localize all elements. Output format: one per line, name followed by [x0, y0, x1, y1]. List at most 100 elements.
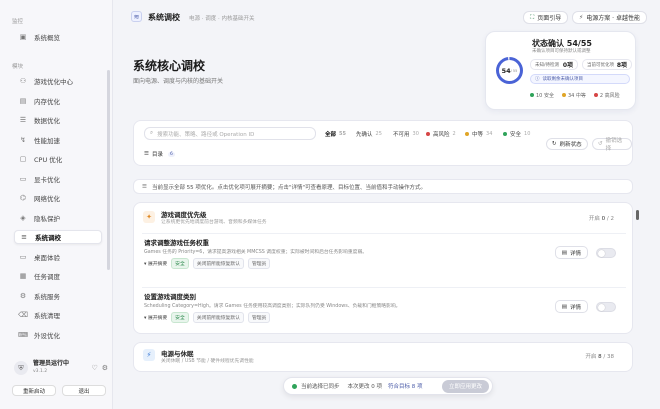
- refresh-label: 刷新状态: [559, 142, 582, 148]
- risk-legend: 10 安全 34 中等 2 高风险: [530, 92, 620, 99]
- sync-status-dot: [292, 383, 297, 389]
- recommend-pill: 当前可优化项 8项: [582, 59, 632, 70]
- tune-icon: ≡: [21, 233, 27, 241]
- filter-chip-confirm[interactable]: 先确认 25: [356, 130, 382, 138]
- chip-count: 55: [339, 131, 346, 137]
- pending-pill: 未知/待检测 0项: [530, 59, 578, 70]
- power-plan-label: 电源方案 · 卓越性能: [586, 15, 640, 22]
- chip-count: 34: [486, 131, 493, 137]
- detail-button[interactable]: ▤ 详情: [554, 300, 588, 313]
- tweak-toggle[interactable]: [596, 302, 616, 312]
- sidebar: 监控 ▣ 系统概览 模块 ⚇ 游戏优化中心 ▤ 内存优化 ☰ 数据优化 ↯ 性能加速 ▢…: [0, 0, 113, 409]
- search-input[interactable]: ⌕ 搜索功能、策略、路径或 Operation ID: [144, 127, 316, 140]
- info-bar: ☰ 当前显示全部 55 项优化。点击优化项可展开摘要；点击"详情"可查看原理、目…: [133, 179, 633, 194]
- tag-safe: 安全: [171, 258, 189, 269]
- sidebar-item-services[interactable]: ⚙ 系统服务: [14, 289, 102, 303]
- restart-button[interactable]: 重新启动: [12, 385, 56, 396]
- sidebar-item-label: 桌面体验: [34, 254, 60, 262]
- guide-button[interactable]: ⛶ 页面引导: [523, 11, 569, 24]
- gpu-icon: ▭: [19, 175, 27, 183]
- tweak-toggle[interactable]: [596, 248, 616, 258]
- progress-ring: 54/ 55: [496, 57, 523, 84]
- user-name: 管理员运行中: [33, 360, 70, 367]
- guide-button-label: 页面引导: [537, 15, 562, 22]
- sidebar-item-game[interactable]: ⚇ 游戏优化中心: [14, 74, 102, 88]
- chip-count: 25: [375, 131, 382, 137]
- expand-label: 展开摘要: [147, 316, 168, 321]
- expand-summary-toggle[interactable]: ▾ 展开摘要: [144, 314, 167, 321]
- tweak-description: Games 任务的 Priority=6，请求提高游戏相关 MMCSS 调度权重…: [144, 250, 368, 255]
- exit-button[interactable]: 退出: [62, 385, 106, 396]
- sidebar-item-system-tune[interactable]: ≡ 系统调校: [14, 230, 102, 244]
- shield-icon: ⛨: [14, 361, 28, 375]
- undo-label: 撤销选择: [605, 138, 623, 152]
- sidebar-item-label: CPU 优化: [34, 156, 63, 164]
- refresh-icon: ↻: [552, 141, 557, 147]
- sidebar-item-schedule[interactable]: ▦ 任务调度: [14, 269, 102, 283]
- expand-summary-toggle[interactable]: ▾ 展开摘要: [144, 260, 167, 267]
- filter-chip-all[interactable]: 全部 55: [325, 130, 346, 138]
- sidebar-item-peripheral[interactable]: ⌨ 外设优化: [14, 328, 102, 342]
- gear-icon[interactable]: ⚙: [102, 364, 108, 372]
- filter-chip-high-risk[interactable]: 高风险 2: [426, 130, 456, 138]
- directory-toggle[interactable]: ☰ 目录 6: [144, 150, 175, 158]
- pending-alert-link[interactable]: ⓘ 读取剩余未确认项目: [530, 74, 630, 84]
- target-count-link[interactable]: 符合目标 8 项: [388, 382, 423, 390]
- tag-admin: 管理员: [247, 258, 271, 269]
- recommend-label: 当前可优化项: [587, 62, 614, 68]
- chip-count: 2: [452, 131, 456, 137]
- sidebar-item-privacy[interactable]: ◈ 隐私保护: [14, 211, 102, 225]
- apply-changes-button[interactable]: 立即应用更改: [441, 379, 489, 393]
- section-title-modules: 模块: [12, 64, 24, 70]
- group-count: 开启 0 / 2: [589, 214, 614, 222]
- tweak-item[interactable]: 设置游戏调度类别 Scheduling Category=High。请求 Gam…: [142, 287, 626, 333]
- directory-count: 6: [167, 151, 175, 157]
- sidebar-item-network[interactable]: ⌬ 网络优化: [14, 191, 102, 205]
- sidebar-item-label: 性能加速: [34, 137, 60, 145]
- calendar-icon: ▦: [19, 272, 27, 280]
- scrollbar-thumb[interactable]: [636, 210, 639, 220]
- filter-chip-safe[interactable]: 安全 10: [503, 130, 530, 138]
- recommend-value: 8项: [616, 62, 627, 69]
- legend-safe: 10 安全: [530, 92, 554, 99]
- sidebar-item-data[interactable]: ☰ 数据优化: [14, 113, 102, 127]
- group-subtitle: 关闭休眠 / USB 节能 / 硬件线程优先调性能: [161, 359, 254, 364]
- tag-restore: 关闭前所能恢复默认: [192, 312, 244, 323]
- refresh-status-button[interactable]: ↻ 刷新状态: [546, 138, 588, 150]
- power-icon: ⚡: [579, 14, 584, 21]
- sidebar-item-cleanup[interactable]: ⌫ 系统清理: [14, 308, 102, 322]
- detail-button[interactable]: ▤ 详情: [554, 246, 588, 259]
- group-count-num: 8: [598, 354, 602, 360]
- sidebar-item-cpu[interactable]: ▢ CPU 优化: [14, 152, 102, 166]
- group-count-total: / 38: [603, 354, 614, 360]
- tweak-item[interactable]: 请求调整游戏任务权重 Games 任务的 Priority=6，请求提高游戏相关…: [142, 233, 626, 281]
- breadcrumb: 电源 · 调度 · 内核基础开关: [189, 16, 255, 22]
- filter-chip-medium[interactable]: 中等 34: [465, 130, 492, 138]
- sidebar-item-memory[interactable]: ▤ 内存优化: [14, 94, 102, 108]
- document-icon: ▤: [561, 303, 567, 310]
- sidebar-item-speed[interactable]: ↯ 性能加速: [14, 133, 102, 147]
- info-icon: ⓘ: [535, 77, 540, 82]
- game-priority-icon: ✦: [143, 211, 155, 223]
- overview-icon: ▣: [19, 33, 27, 41]
- hero-subtitle: 面向电源、调度与内核的基础开关: [133, 78, 224, 85]
- sidebar-scrollbar[interactable]: [107, 70, 110, 270]
- power-plan-button[interactable]: ⚡ 电源方案 · 卓越性能: [572, 11, 647, 24]
- main-scrollbar[interactable]: [636, 205, 639, 370]
- sidebar-item-label: 显卡优化: [34, 176, 60, 184]
- group-power-sleep: ⚡ 电源与休眠 关闭休眠 / USB 节能 / 硬件线程优先调性能 开启 8 /…: [133, 342, 633, 372]
- sidebar-item-overview[interactable]: ▣ 系统概览: [14, 30, 102, 44]
- tag-safe: 安全: [171, 312, 189, 323]
- group-count: 开启 8 / 38: [585, 352, 614, 360]
- sidebar-item-gpu[interactable]: ▭ 显卡优化: [14, 172, 102, 186]
- list-icon: ☰: [144, 151, 149, 157]
- undo-selection-button[interactable]: ↺ 撤销选择: [592, 138, 632, 152]
- sidebar-item-desktop[interactable]: ▭ 桌面体验: [14, 250, 102, 264]
- heart-icon[interactable]: ♡: [91, 364, 97, 372]
- sidebar-item-label: 内存优化: [34, 98, 60, 106]
- chip-label: 中等: [472, 132, 484, 138]
- tweak-description: Scheduling Category=High。请求 Games 任务使用较高…: [144, 304, 401, 309]
- document-icon: ▤: [561, 249, 567, 256]
- filter-chip-unavailable[interactable]: 不可用 30: [393, 130, 419, 138]
- status-card: 状态确认 54/55 未确认项目可保持默认或调整 54/ 55 未知/待检测 0项…: [485, 31, 636, 110]
